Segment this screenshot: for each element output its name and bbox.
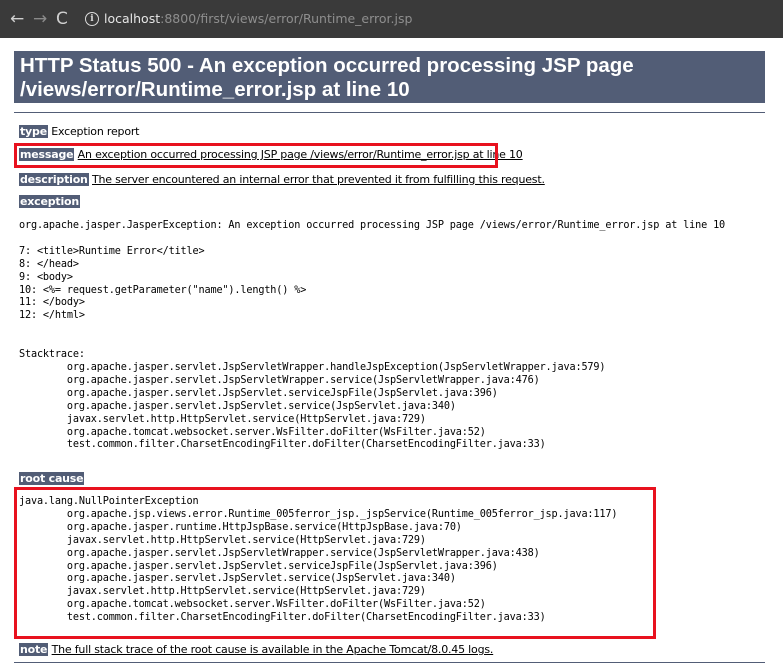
message-label: message — [19, 148, 75, 161]
page-title: HTTP Status 500 - An exception occurred … — [14, 51, 765, 103]
type-label: type — [19, 125, 48, 138]
message-row: message An exception occurred processing… — [19, 148, 523, 162]
reload-icon[interactable]: C — [56, 9, 68, 29]
description-value: The server encountered an internal error… — [92, 173, 545, 186]
exception-row: exception — [19, 195, 81, 209]
description-label: description — [19, 173, 89, 186]
address-bar[interactable]: localhost:8800/first/views/error/Runtime… — [104, 11, 412, 26]
browser-toolbar: ← → C i localhost:8800/first/views/error… — [0, 0, 783, 38]
note-label: note — [19, 643, 49, 656]
back-arrow-icon[interactable]: ← — [10, 9, 24, 29]
exception-label: exception — [19, 195, 81, 208]
root-cause-label: root cause — [19, 472, 85, 485]
description-row: description The server encountered an in… — [19, 173, 545, 187]
exception-trace: org.apache.jasper.JasperException: An ex… — [19, 220, 726, 451]
url-path: :8800/first/views/error/Runtime_error.js… — [160, 11, 413, 26]
type-row: type Exception report — [19, 125, 139, 139]
root-cause-trace: java.lang.NullPointerException org.apach… — [19, 496, 618, 624]
note-value: The full stack trace of the root cause i… — [51, 643, 494, 656]
message-value: An exception occurred processing JSP pag… — [77, 148, 523, 161]
url-host: localhost — [104, 11, 161, 26]
type-value: Exception report — [51, 125, 140, 138]
note-row: note The full stack trace of the root ca… — [19, 643, 493, 657]
root-cause-row: root cause — [19, 472, 85, 486]
divider-bottom — [14, 662, 765, 663]
info-icon[interactable]: i — [85, 12, 99, 26]
forward-arrow-icon[interactable]: → — [33, 9, 47, 29]
divider-top — [14, 112, 765, 113]
